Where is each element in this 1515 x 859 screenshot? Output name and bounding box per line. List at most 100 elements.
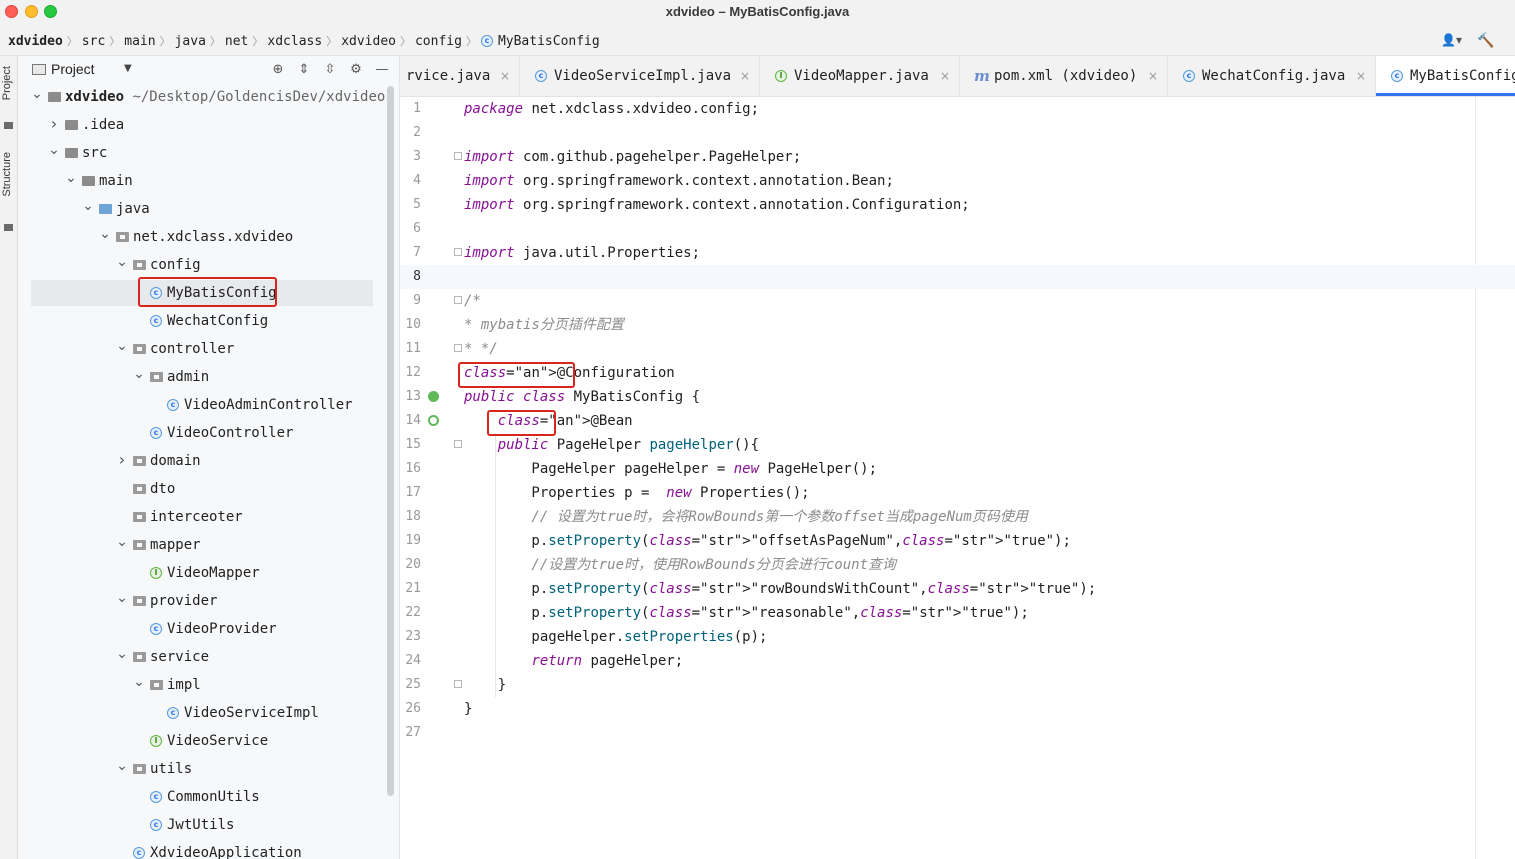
chevron-down-icon[interactable]: ⌄ — [115, 644, 129, 664]
tree-item-impl[interactable]: ⌄ impl — [18, 672, 399, 698]
tree-item-videomapper[interactable]: I VideoMapper — [18, 560, 399, 586]
tree-item-admin[interactable]: ⌄ admin — [18, 364, 399, 390]
editor-tab-rvice-java[interactable]: rvice.java × — [400, 56, 520, 96]
editor-tab-videoserviceimpl-java[interactable]: c VideoServiceImpl.java × — [520, 56, 760, 96]
breadcrumb-item[interactable]: net — [225, 34, 248, 49]
project-tool-tab[interactable]: Project — [1, 66, 13, 100]
gear-icon[interactable]: ⚙ — [343, 60, 369, 80]
tree-item-domain[interactable]: › domain — [18, 448, 399, 474]
chevron-down-icon[interactable]: ⌄ — [64, 168, 78, 188]
project-panel-title[interactable]: Project — [51, 61, 95, 77]
tree-item-utils[interactable]: ⌄ utils — [18, 756, 399, 782]
expand-all-icon[interactable]: ⇕ — [291, 60, 317, 80]
code-line[interactable]: 22 p.setProperty(class="str">"reasonable… — [400, 601, 1515, 625]
code-line[interactable]: 1 package net.xdclass.xdvideo.config; — [400, 97, 1515, 121]
tree-item-service[interactable]: ⌄ service — [18, 644, 399, 670]
code-line[interactable]: 21 p.setProperty(class="str">"rowBoundsW… — [400, 577, 1515, 601]
project-tree-scrollbar[interactable] — [387, 86, 394, 796]
chevron-down-icon[interactable]: ⌄ — [98, 224, 112, 244]
breadcrumb-item[interactable]: xdvideo — [8, 34, 63, 49]
chevron-down-icon[interactable]: ⌄ — [115, 532, 129, 552]
close-icon[interactable]: × — [1356, 56, 1366, 96]
tree-item-interceoter[interactable]: interceoter — [18, 504, 399, 530]
code-line[interactable]: 15 public PageHelper pageHelper(){ — [400, 433, 1515, 457]
code-line[interactable]: 2 — [400, 121, 1515, 145]
build-hammer-icon[interactable]: 🔨 — [1477, 33, 1495, 49]
code-line[interactable]: 8 — [400, 265, 1515, 289]
tree-item-videoadmincontroller[interactable]: c VideoAdminController — [18, 392, 399, 418]
code-line[interactable]: 14 class="an">@Bean — [400, 409, 1515, 433]
breadcrumb-item[interactable]: java — [175, 34, 206, 49]
code-line[interactable]: 27 — [400, 721, 1515, 745]
tree-item-xdvideoapplication[interactable]: c XdvideoApplication — [18, 840, 399, 859]
chevron-down-icon[interactable]: ▼ — [124, 63, 132, 74]
code-line[interactable]: 13 public class MyBatisConfig { — [400, 385, 1515, 409]
tree-item-controller[interactable]: ⌄ controller — [18, 336, 399, 362]
editor-tab-wechatconfig-java[interactable]: c WechatConfig.java × — [1168, 56, 1376, 96]
fold-marker-icon[interactable] — [454, 344, 462, 352]
code-line[interactable]: 25 } — [400, 673, 1515, 697]
editor-tab-videomapper-java[interactable]: I VideoMapper.java × — [760, 56, 960, 96]
tree-item-jwtutils[interactable]: c JwtUtils — [18, 812, 399, 838]
code-line[interactable]: 7 import java.util.Properties; — [400, 241, 1515, 265]
breadcrumb-item[interactable]: config — [415, 34, 462, 49]
breadcrumb-item[interactable]: MyBatisConfig — [498, 34, 600, 49]
tree-item-mapper[interactable]: ⌄ mapper — [18, 532, 399, 558]
code-line[interactable]: 17 Properties p = new Properties(); — [400, 481, 1515, 505]
hide-panel-icon[interactable]: — — [369, 60, 395, 80]
code-line[interactable]: 11 * */ — [400, 337, 1515, 361]
chevron-down-icon[interactable]: ⌄ — [115, 756, 129, 776]
code-line[interactable]: 4 import org.springframework.context.anno… — [400, 169, 1515, 193]
chevron-down-icon[interactable]: ⌄ — [81, 196, 95, 216]
code-line[interactable]: 3 import com.github.pagehelper.PageHelper… — [400, 145, 1515, 169]
code-line[interactable]: 9 /* — [400, 289, 1515, 313]
close-icon[interactable]: × — [740, 56, 750, 96]
code-line[interactable]: 24 return pageHelper; — [400, 649, 1515, 673]
chevron-down-icon[interactable]: ⌄ — [47, 140, 61, 160]
tree-item--idea[interactable]: › .idea — [18, 112, 399, 138]
tree-item-wechatconfig[interactable]: c WechatConfig — [18, 308, 399, 334]
chevron-down-icon[interactable]: ⌄ — [115, 252, 129, 272]
breadcrumb-item[interactable]: main — [124, 34, 155, 49]
fold-marker-icon[interactable] — [454, 152, 462, 160]
tree-item-net-xdclass-xdvideo[interactable]: ⌄ net.xdclass.xdvideo — [18, 224, 399, 250]
chevron-down-icon[interactable]: ⌄ — [132, 364, 146, 384]
tree-item-java[interactable]: ⌄ java — [18, 196, 399, 222]
chevron-right-icon[interactable]: › — [47, 112, 61, 136]
account-icon[interactable]: 👤▾ — [1441, 33, 1463, 49]
code-line[interactable]: 18 // 设置为true时，会将RowBounds第一个参数offset当成p… — [400, 505, 1515, 529]
code-line[interactable]: 20 //设置为true时，使用RowBounds分页会进行count查询 — [400, 553, 1515, 577]
chevron-down-icon[interactable]: ⌄ — [115, 588, 129, 608]
close-icon[interactable]: × — [1148, 56, 1158, 96]
breadcrumb-item[interactable]: xdclass — [267, 34, 322, 49]
collapse-all-icon[interactable]: ⇳ — [317, 60, 343, 80]
chevron-down-icon[interactable]: ⌄ — [132, 672, 146, 692]
tree-item-videocontroller[interactable]: c VideoController — [18, 420, 399, 446]
tree-item-dto[interactable]: dto — [18, 476, 399, 502]
structure-tool-tab[interactable]: Structure — [1, 152, 13, 197]
tree-item-videoprovider[interactable]: c VideoProvider — [18, 616, 399, 642]
editor-tab-mybatisconfig[interactable]: c MyBatisConfig — [1376, 56, 1515, 96]
tree-item-main[interactable]: ⌄ main — [18, 168, 399, 194]
code-editor[interactable]: 1 package net.xdclass.xdvideo.config; 2 3 im… — [400, 97, 1515, 859]
chevron-down-icon[interactable]: ⌄ — [115, 336, 129, 356]
code-line[interactable]: 16 PageHelper pageHelper = new PageHelpe… — [400, 457, 1515, 481]
tree-item-xdvideo[interactable]: ⌄ xdvideo ~/Desktop/GoldencisDev/xdvideo — [18, 84, 399, 110]
code-line[interactable]: 10 * mybatis分页插件配置 — [400, 313, 1515, 337]
fold-marker-icon[interactable] — [454, 440, 462, 448]
breadcrumb-item[interactable]: xdvideo — [341, 34, 396, 49]
fold-marker-icon[interactable] — [454, 680, 462, 688]
locate-target-icon[interactable]: ⊕ — [265, 60, 291, 80]
tree-item-videoserviceimpl[interactable]: c VideoServiceImpl — [18, 700, 399, 726]
code-line[interactable]: 26} — [400, 697, 1515, 721]
spring-bean-icon[interactable] — [428, 391, 439, 402]
code-line[interactable]: 6 — [400, 217, 1515, 241]
tree-item-commonutils[interactable]: c CommonUtils — [18, 784, 399, 810]
code-line[interactable]: 19 p.setProperty(class="str">"offsetAsPa… — [400, 529, 1515, 553]
close-icon[interactable]: × — [500, 56, 510, 96]
fold-marker-icon[interactable] — [454, 296, 462, 304]
close-icon[interactable]: × — [940, 56, 950, 96]
tree-item-videoservice[interactable]: I VideoService — [18, 728, 399, 754]
chevron-right-icon[interactable]: › — [115, 448, 129, 472]
tree-item-src[interactable]: ⌄ src — [18, 140, 399, 166]
